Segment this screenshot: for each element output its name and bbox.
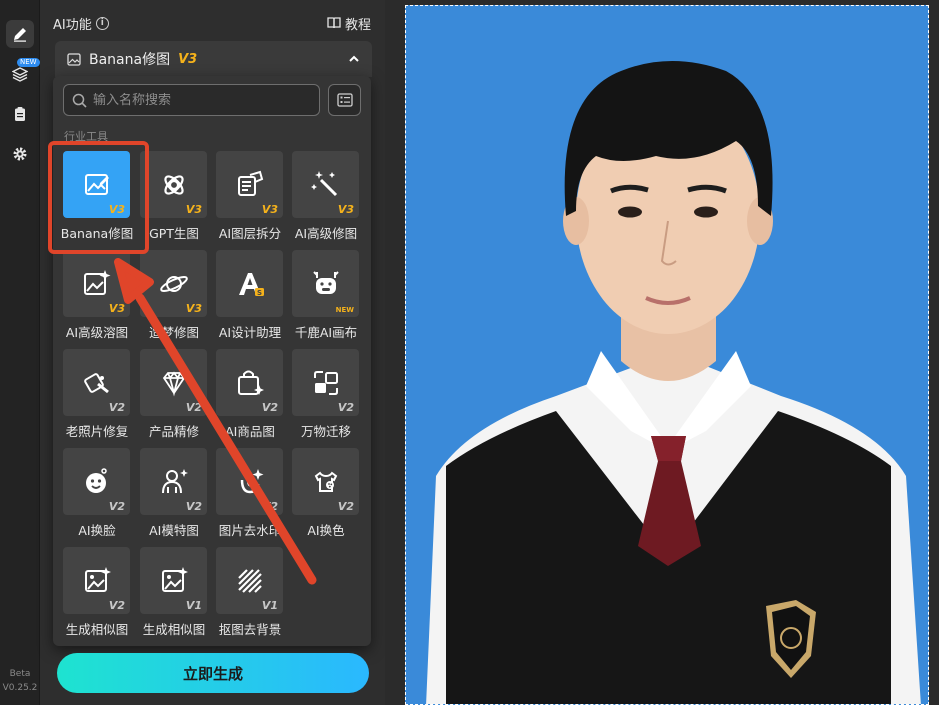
tool-cutout[interactable]: V1 抠图去背景 [216,547,286,642]
list-icon [336,93,353,107]
gpt-knot-icon [163,174,184,195]
search-input[interactable] [93,92,313,108]
diamond-icon [162,371,185,396]
tool-name: 生成相似图 [142,622,206,637]
tool-product-image[interactable]: V2 AI商品图 [216,349,286,444]
portrait-photo[interactable] [405,5,929,705]
bag-icon [237,370,264,395]
tool-name: 千鹿AI画布 [294,325,358,340]
similar-image-icon [84,566,111,592]
image-icon [67,52,81,66]
section-name: Banana修图 [89,52,171,68]
tutorial-link[interactable]: 教程 [327,14,371,33]
search-icon [72,93,87,108]
info-icon[interactable]: i [95,16,109,30]
tool-photo-restore[interactable]: V2 老照片修复 [63,349,133,444]
search-box [63,84,320,116]
pen-icon[interactable] [6,20,34,48]
tool-name: 造梦修图 [148,325,199,340]
design-a-icon: S [238,272,264,297]
tool-advanced-blend[interactable]: V3 AI高级溶图 [63,250,133,345]
deer-icon [312,270,339,294]
book-icon [327,17,341,29]
tool-name: 图片去水印 [218,523,282,538]
transfer-icon [313,370,338,395]
tool-name: AI高级溶图 [65,325,129,340]
magic-wand-icon [310,170,337,196]
generate-button[interactable]: 立即生成 [57,653,369,693]
watermark-icon [240,468,263,493]
tool-name: 生成相似图 [65,622,129,637]
tool-layer-split[interactable]: V3 AI图层拆分 [216,151,286,246]
section-version: V3 [178,51,198,67]
version-label: V0.25.2 [2,683,38,693]
tool-ai-canvas[interactable]: NEW 千鹿AI画布 [292,250,362,345]
tool-gpt[interactable]: V3 GPT生图 [140,151,210,246]
repair-icon [83,372,109,393]
tool-recolor[interactable]: V2 AI换色 [292,448,362,543]
gear-icon[interactable] [6,140,34,168]
layers-split-icon [237,170,263,196]
tool-transfer[interactable]: V2 万物迁移 [292,349,362,444]
model-icon [161,468,188,493]
palette-icon [314,471,337,492]
cutout-icon [237,568,262,593]
tool-dream-edit[interactable]: V3 造梦修图 [140,250,210,345]
tool-similar-image-v1[interactable]: V1 生成相似图 [140,547,210,642]
face-icon [85,467,107,493]
canvas-area [385,0,939,705]
similar-image-icon [161,566,188,592]
section-header[interactable]: Banana修图 V3 [55,41,372,77]
tool-name: 万物迁移 [300,424,351,439]
tool-name: 产品精修 [148,424,199,439]
new-badge: NEW [17,58,40,67]
highlight-box [48,141,149,254]
tool-name: 抠图去背景 [218,622,282,637]
tool-name: AI商品图 [225,424,275,439]
tool-name: AI图层拆分 [218,226,282,241]
beta-label: Beta [9,669,31,679]
tool-similar-image-v2[interactable]: V2 生成相似图 [63,547,133,642]
tool-name: AI换脸 [78,523,116,538]
tool-name: AI高级修图 [294,226,358,241]
tool-model-image[interactable]: V2 AI模特图 [140,448,210,543]
tool-name: 老照片修复 [65,424,129,439]
tool-remove-watermark[interactable]: V2 图片去水印 [216,448,286,543]
tool-name: AI设计助理 [218,325,282,340]
tool-name: AI模特图 [149,523,199,538]
tool-name: AI换色 [307,523,345,538]
list-view-toggle[interactable] [328,84,361,116]
image-sparkle-icon [83,269,110,295]
planet-icon [159,275,188,292]
tool-face-swap[interactable]: V2 AI换脸 [63,448,133,543]
tutorial-label: 教程 [344,17,371,33]
tool-advanced-edit[interactable]: V3 AI高级修图 [292,151,362,246]
tool-design-assistant[interactable]: S AI设计助理 [216,250,286,345]
panel-header: AI功能 i 教程 [53,13,371,33]
svg-text:S: S [256,289,261,297]
clipboard-icon[interactable] [6,100,34,128]
tool-product-retouch[interactable]: V2 产品精修 [140,349,210,444]
portrait-image [406,6,928,704]
left-rail: NEW Beta V0.25.2 [0,0,40,705]
panel-title: AI功能 [53,17,92,33]
chevron-up-icon[interactable] [348,53,360,65]
